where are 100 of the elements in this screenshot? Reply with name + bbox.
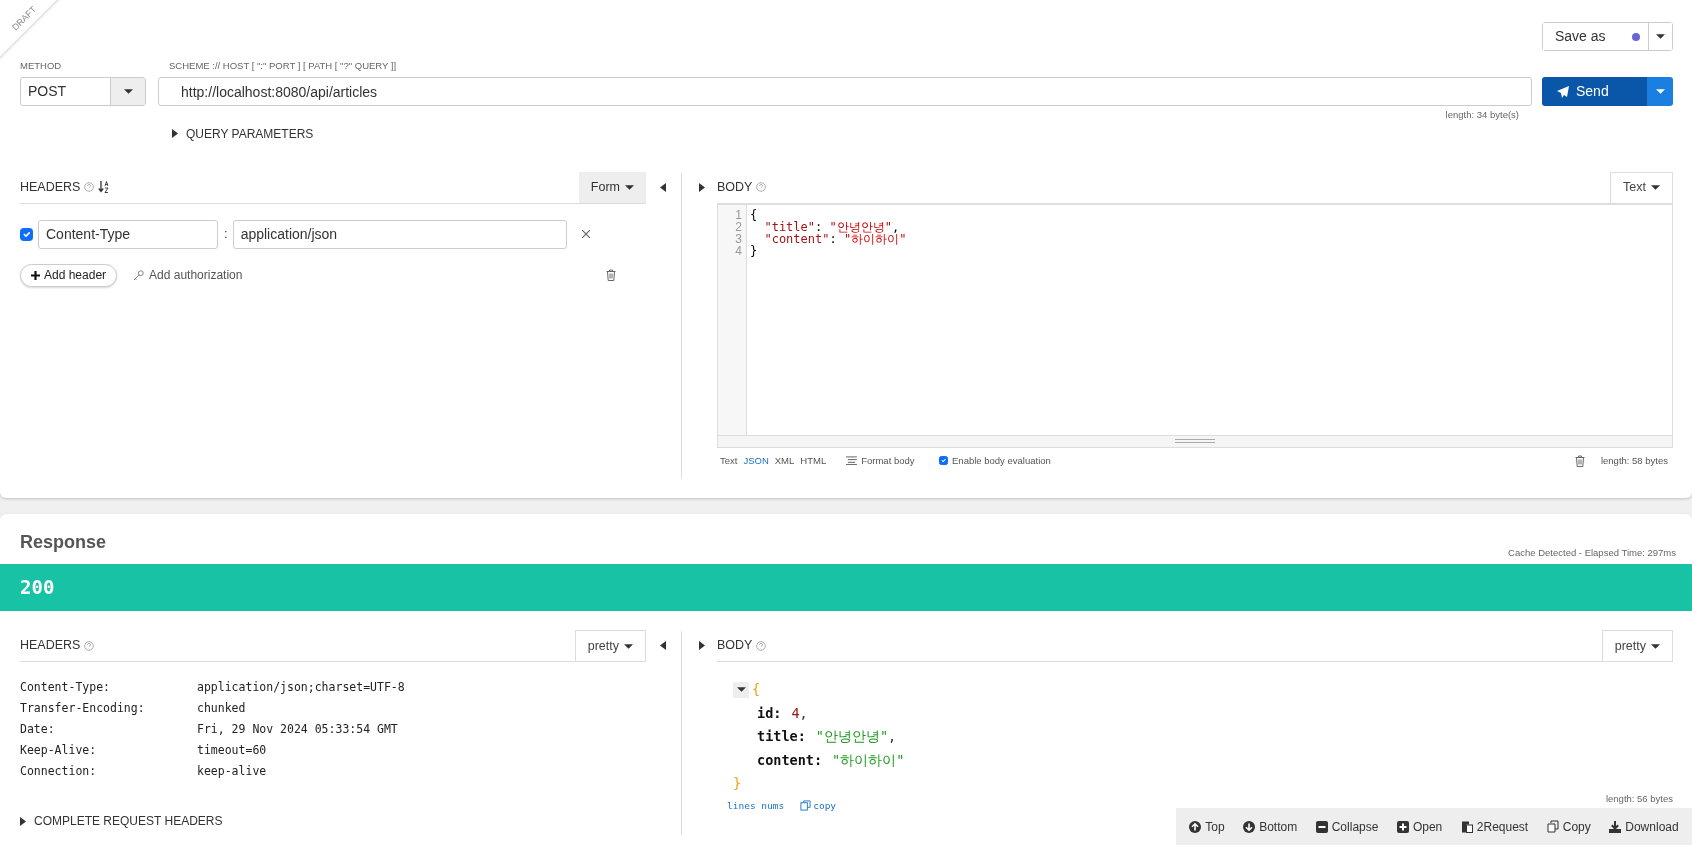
help-icon <box>84 640 95 651</box>
json-comma: , <box>888 728 897 744</box>
json-key: title: <box>757 728 806 744</box>
collapse-right-icon <box>699 641 705 650</box>
caret-icon <box>1651 185 1660 190</box>
colon-text: : <box>224 225 228 244</box>
minus-square-icon <box>1315 820 1328 833</box>
header-name: Keep-Alive: <box>20 742 98 759</box>
copy-icon <box>800 799 812 811</box>
evaluation-checkbox[interactable] <box>938 455 949 466</box>
header-value: application/json;charset=UTF-8 <box>197 679 405 696</box>
elapsed-time-text: Cache Detected - Elapsed Time: 297ms <box>1508 545 1676 560</box>
caret-icon <box>1655 89 1665 95</box>
caret-icon <box>736 687 746 693</box>
body-length-text: length: 58 bytes <box>1600 453 1668 468</box>
delete-headers-button[interactable] <box>606 269 616 281</box>
copy-icon <box>1546 820 1559 833</box>
header-value: Fri, 29 Nov 2024 05:33:54 GMT <box>197 721 398 738</box>
response-title: Response <box>20 531 107 554</box>
toolbar-button[interactable]: Top <box>1189 817 1225 836</box>
download-icon <box>1609 820 1622 833</box>
sort-icon <box>98 180 111 195</box>
status-dot <box>1632 32 1640 41</box>
mode-dropdown[interactable]: Form <box>578 171 646 203</box>
toolbar-button[interactable]: Collapse <box>1315 817 1379 836</box>
caret-icon <box>123 89 133 95</box>
caret-icon <box>1656 34 1665 39</box>
json-brace: } <box>733 775 742 791</box>
json-value: "안녕안녕" <box>815 728 889 744</box>
header-name: Date: <box>20 721 56 738</box>
header-checkbox[interactable] <box>20 227 33 241</box>
header-value: keep-alive <box>197 763 267 780</box>
json-comma: , <box>799 704 808 721</box>
url-field[interactable]: http://localhost:8080/api/articles <box>158 77 1532 107</box>
format-option[interactable]: HTML <box>800 453 827 468</box>
collapse-toggle[interactable] <box>733 681 749 698</box>
expand-arrow-icon <box>172 129 178 138</box>
remove-header-button[interactable] <box>581 230 590 238</box>
arrow-down-circle-icon <box>1243 820 1256 833</box>
collapse-left-icon <box>660 641 666 650</box>
trash-icon <box>1574 454 1585 467</box>
help-icon <box>84 182 95 193</box>
clipboard-icon <box>1460 820 1473 833</box>
toolbar-button[interactable]: Open <box>1396 817 1443 836</box>
caret-icon <box>624 643 633 649</box>
expand-arrow-icon <box>20 816 26 826</box>
format-option[interactable]: XML <box>774 453 795 468</box>
header-name: Transfer-Encoding: <box>20 700 146 717</box>
send-button[interactable]: Send <box>1542 77 1647 107</box>
header-name-field[interactable]: Content-Type <box>38 219 218 249</box>
json-value: 4 <box>791 704 800 721</box>
mode-dropdown[interactable]: Text <box>1610 171 1673 203</box>
line-number: 3 <box>734 232 742 245</box>
toolbar-button[interactable]: Copy <box>1546 817 1591 836</box>
line-number: 2 <box>734 220 742 233</box>
section-title: BODY <box>717 637 753 655</box>
clear-body-button[interactable] <box>1574 454 1585 467</box>
mode-dropdown[interactable]: pretty <box>574 630 646 661</box>
add-authorization-link[interactable]: Add authorization <box>133 266 243 284</box>
header-value: timeout=60 <box>197 742 267 759</box>
code-editor[interactable]: { "title": "안녕안녕", "content": "하이하이" } <box>747 204 907 435</box>
line-number: 1 <box>734 208 742 221</box>
evaluation-label: Enable body evaluation <box>952 453 1051 468</box>
toolbar-button[interactable]: Download <box>1609 817 1679 836</box>
line-number: 4 <box>734 244 742 257</box>
mode-dropdown[interactable]: pretty <box>1601 630 1673 661</box>
format-body-button[interactable]: Format body <box>846 453 915 468</box>
status-code: 200 <box>20 575 55 601</box>
caret-icon <box>1651 643 1660 649</box>
json-key: content: <box>757 751 823 768</box>
add-header-button[interactable]: Add header <box>20 263 118 287</box>
method-label: METHOD <box>20 59 63 73</box>
header-value: chunked <box>197 700 246 717</box>
format-option[interactable]: Text <box>720 453 738 468</box>
plus-icon <box>31 270 40 280</box>
help-icon <box>756 182 767 193</box>
help-icon <box>756 640 767 651</box>
json-brace: { <box>752 680 761 699</box>
method-select[interactable]: POST <box>20 77 146 107</box>
toolbar-button[interactable]: Bottom <box>1243 817 1298 836</box>
caret-icon <box>625 184 634 190</box>
response-length-text: length: 56 bytes <box>1605 791 1673 806</box>
header-name: Content-Type: <box>20 679 111 696</box>
format-icon <box>846 456 858 466</box>
resize-handle-icon <box>1175 439 1215 443</box>
json-key: id: <box>757 704 782 721</box>
query-parameters-toggle[interactable]: QUERY PARAMETERS <box>172 124 314 143</box>
close-icon <box>581 230 590 238</box>
header-value-field[interactable]: application/json <box>232 219 567 249</box>
collapse-left-icon <box>660 182 666 192</box>
section-title: BODY <box>717 178 753 196</box>
toolbar-button[interactable]: 2Request <box>1460 817 1529 836</box>
line-numbers-link[interactable]: lines nums <box>727 793 785 817</box>
plus-square-icon <box>1396 820 1409 833</box>
send-options-button[interactable] <box>1647 77 1673 107</box>
complete-request-headers-toggle[interactable]: COMPLETE REQUEST HEADERS <box>20 812 223 830</box>
format-option[interactable]: JSON <box>743 453 769 468</box>
save-options-button[interactable] <box>1648 23 1672 50</box>
copy-link[interactable]: copy <box>800 793 837 817</box>
url-format-label: SCHEME :// HOST [ ":" PORT ] [ PATH [ "?" QUERY ]] <box>169 59 397 73</box>
